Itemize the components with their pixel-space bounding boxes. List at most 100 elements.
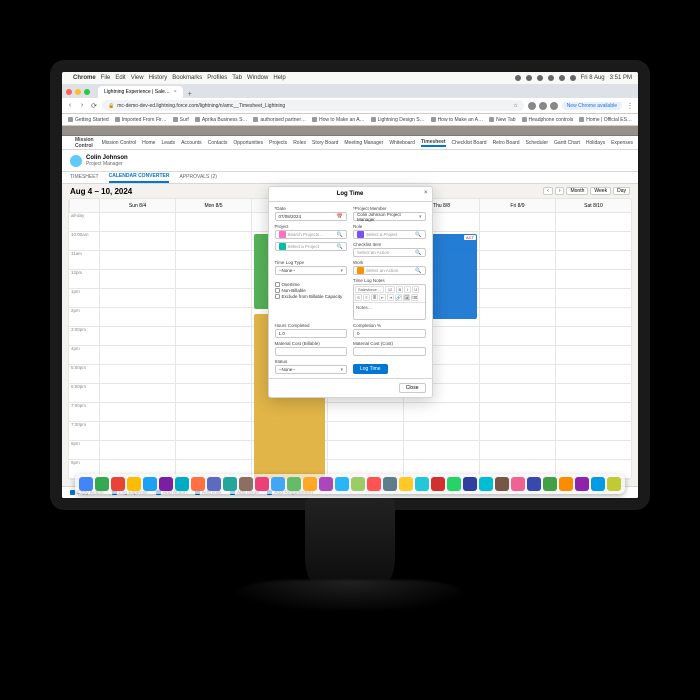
nav-item[interactable]: Checklist Board (452, 140, 487, 146)
bookmark-item[interactable]: Headphone controls (522, 117, 574, 123)
menu-edit[interactable]: Edit (115, 75, 125, 81)
nav-reload-icon[interactable]: ⟳ (90, 102, 98, 110)
menubar-app-name[interactable]: Chrome (73, 75, 96, 81)
rte-size-select[interactable]: 12 (385, 286, 395, 293)
menu-profiles[interactable]: Profiles (207, 75, 227, 81)
subtab-timesheet[interactable]: TIMESHEET (70, 174, 99, 182)
dock-app-icon[interactable] (143, 477, 157, 491)
nav-item[interactable]: Retro Board (493, 140, 520, 146)
notes-rte-editor[interactable]: Salesforce… 12 B I U S ≡ ≣ ⇤ (353, 284, 426, 320)
cal-view-week[interactable]: Week (590, 187, 611, 195)
browser-tab-active[interactable]: Lightning Experience | Sale… × (98, 86, 183, 98)
dock-app-icon[interactable] (607, 477, 621, 491)
dock-app-icon[interactable] (415, 477, 429, 491)
cal-view-day[interactable]: Day (613, 187, 630, 195)
nav-item[interactable]: Whiteboard (389, 140, 415, 146)
date-input[interactable]: 07/08/2024 📅 (275, 212, 348, 221)
rte-font-select[interactable]: Salesforce… (355, 286, 384, 293)
dock-app-icon[interactable] (527, 477, 541, 491)
day-column-sun[interactable] (99, 213, 175, 479)
bookmark-item[interactable]: How to Make an A… (431, 117, 484, 123)
project-member-select[interactable]: Colin Johnson Project Manager ▾ (353, 212, 426, 221)
dock-app-icon[interactable] (239, 477, 253, 491)
bookmark-item[interactable]: Home | Official ES… (579, 117, 632, 123)
dock-app-icon[interactable] (111, 477, 125, 491)
timelogtype-select[interactable]: --None-- ▾ (275, 266, 348, 275)
menu-help[interactable]: Help (273, 75, 285, 81)
bookmark-item[interactable]: authorised partner… (253, 117, 306, 123)
nav-item[interactable]: Leads (161, 140, 175, 146)
dock-app-icon[interactable] (303, 477, 317, 491)
role-search-input[interactable]: Select a Project 🔍 (353, 230, 426, 239)
nav-item-timesheet[interactable]: Timesheet (421, 139, 446, 147)
nav-item[interactable]: Holidays (586, 140, 605, 146)
nav-item[interactable]: Mission Control (102, 140, 136, 146)
dock-app-icon[interactable] (383, 477, 397, 491)
rte-underline-icon[interactable]: U (412, 286, 419, 293)
dock-app-icon[interactable] (207, 477, 221, 491)
rte-strike-icon[interactable]: S (355, 294, 362, 301)
status-icon[interactable] (515, 75, 521, 81)
day-column-sat[interactable] (555, 213, 631, 479)
status-select[interactable]: --None-- ▾ (275, 365, 348, 374)
dock-app-icon[interactable] (191, 477, 205, 491)
nav-item[interactable]: Accounts (181, 140, 202, 146)
bookmark-item[interactable]: Aprika Business S… (195, 117, 248, 123)
cal-prev-button[interactable]: ‹ (543, 187, 553, 195)
subtab-approvals[interactable]: APPROVALS (2) (179, 174, 216, 182)
nav-item[interactable]: Expenses (611, 140, 633, 146)
hours-input[interactable]: 1.0 (275, 329, 348, 338)
menubar-time[interactable]: 3:51 PM (610, 75, 632, 81)
chrome-update-pill[interactable]: New Chrome available (562, 102, 622, 110)
dock-app-icon[interactable] (495, 477, 509, 491)
day-column-mon[interactable] (175, 213, 251, 479)
cal-view-month[interactable]: Month (566, 187, 588, 195)
dock-app-icon[interactable] (175, 477, 189, 491)
nav-item[interactable]: Home (142, 140, 155, 146)
rte-image-icon[interactable]: 🖼 (403, 294, 410, 301)
exclude-capacity-checkbox[interactable]: Exclude from Billable Capacity (275, 294, 348, 299)
nav-forward-icon[interactable]: › (78, 102, 86, 110)
material-billable-input[interactable] (275, 347, 348, 356)
tab-close-icon[interactable]: × (174, 89, 177, 95)
extension-icon[interactable] (539, 102, 547, 110)
menu-bookmarks[interactable]: Bookmarks (172, 75, 202, 81)
bookmark-item[interactable]: Lightning Design S… (371, 117, 425, 123)
status-icon[interactable] (526, 75, 532, 81)
window-zoom-button[interactable] (84, 89, 90, 95)
nav-item[interactable]: Contacts (208, 140, 228, 146)
dock-app-icon[interactable] (271, 477, 285, 491)
dock-app-icon[interactable] (335, 477, 349, 491)
dock-app-icon[interactable] (223, 477, 237, 491)
dock-app-icon[interactable] (351, 477, 365, 491)
notes-textarea[interactable]: Notes… (354, 303, 425, 319)
subtab-calendar-converter[interactable]: CALENDAR CONVERTER (109, 173, 170, 183)
dock-app-icon[interactable] (591, 477, 605, 491)
log-time-button[interactable]: Log Time (353, 364, 388, 374)
bookmark-item[interactable]: Surf (173, 117, 189, 123)
modal-close-icon[interactable]: × (424, 190, 428, 196)
wifi-icon[interactable] (548, 75, 554, 81)
overtime-checkbox[interactable]: Overtime (275, 282, 348, 287)
dock-app-icon[interactable] (479, 477, 493, 491)
rte-indent-icon[interactable]: ⇥ (387, 294, 394, 301)
star-bookmark-icon[interactable]: ☆ (513, 103, 517, 109)
rte-link-icon[interactable]: 🔗 (395, 294, 402, 301)
dock-app-icon[interactable] (255, 477, 269, 491)
material-cost-input[interactable] (353, 347, 426, 356)
menu-tab[interactable]: Tab (232, 75, 242, 81)
dock-app-icon[interactable] (159, 477, 173, 491)
rte-italic-icon[interactable]: I (404, 286, 411, 293)
dock-app-icon[interactable] (399, 477, 413, 491)
dock-app-icon[interactable] (447, 477, 461, 491)
bookmark-item[interactable]: New Tab (489, 117, 515, 123)
nav-back-icon[interactable]: ‹ (66, 102, 74, 110)
rte-outdent-icon[interactable]: ⇤ (379, 294, 386, 301)
chrome-menu-icon[interactable]: ⋮ (626, 102, 634, 110)
control-center-icon[interactable] (570, 75, 576, 81)
menubar-date[interactable]: Fri 8 Aug (581, 75, 605, 81)
nav-item[interactable]: Roles (293, 140, 306, 146)
menu-view[interactable]: View (131, 75, 144, 81)
day-column-fri[interactable] (479, 213, 555, 479)
menu-window[interactable]: Window (247, 75, 268, 81)
